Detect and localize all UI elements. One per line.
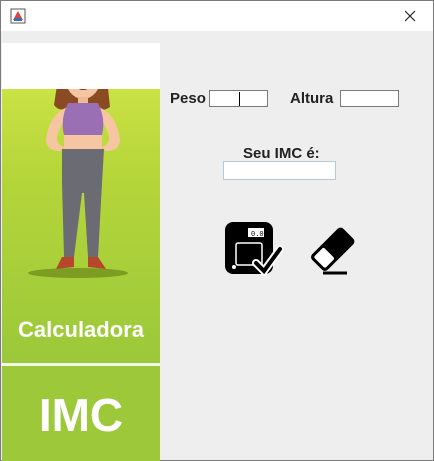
svg-text:0.0: 0.0	[251, 231, 264, 239]
woman-illustration: Calculadora	[2, 43, 160, 363]
altura-input[interactable]	[340, 90, 399, 107]
sidebar-panel: Calculadora IMC	[2, 43, 160, 461]
sidebar-divider	[2, 363, 160, 366]
app-window: Calculadora IMC Peso Altura Seu IMC é: 0…	[0, 0, 434, 461]
imc-result-field	[223, 161, 336, 180]
calculator-app-icon	[10, 8, 26, 24]
close-button[interactable]	[387, 1, 433, 31]
result-label: Seu IMC é:	[243, 145, 320, 162]
title-bar	[1, 1, 433, 31]
eraser-icon	[311, 227, 355, 275]
close-icon	[404, 10, 416, 22]
calculate-button[interactable]: 0.0	[222, 219, 284, 281]
peso-input[interactable]	[209, 90, 268, 107]
text-caret	[239, 92, 240, 106]
sidebar-caption-calculadora: Calculadora	[18, 317, 144, 342]
sidebar-caption-imc: IMC	[38, 389, 124, 441]
altura-label: Altura	[290, 90, 334, 107]
peso-label: Peso	[170, 90, 206, 107]
scale-check-icon: 0.0	[225, 222, 284, 278]
clear-button[interactable]	[301, 219, 363, 281]
